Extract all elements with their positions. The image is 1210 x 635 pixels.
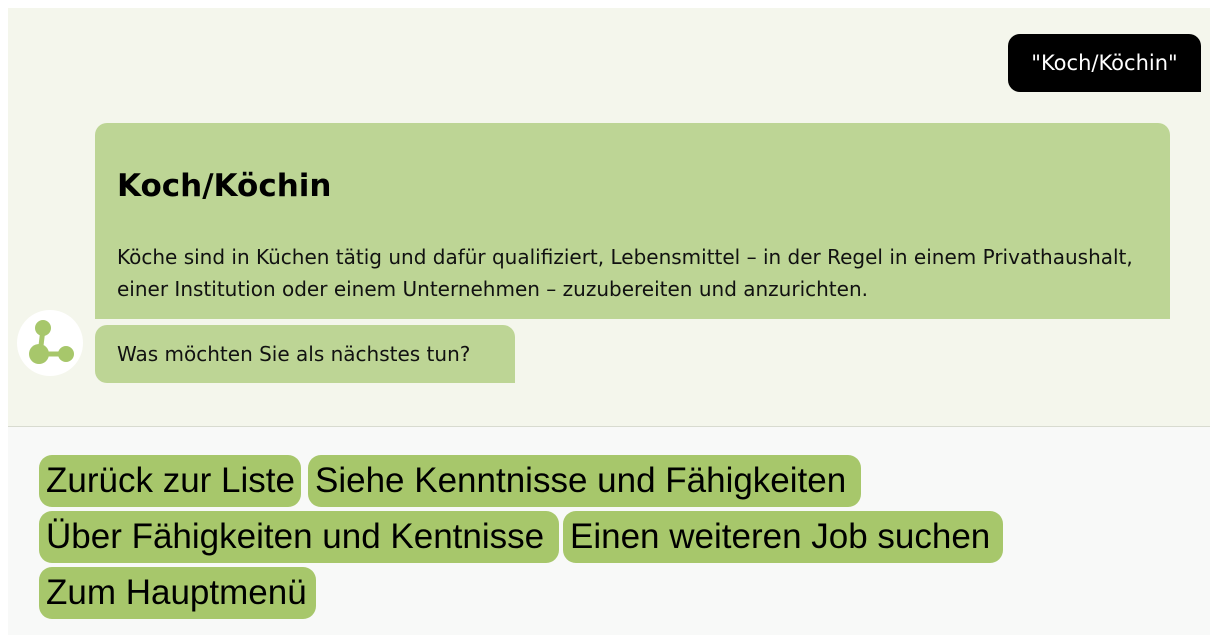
network-nodes-icon — [29, 320, 74, 364]
about-skills-button[interactable]: Über Fähigkeiten und Kentnisse — [39, 511, 559, 563]
job-title: Koch/Köchin — [117, 168, 332, 204]
bot-avatar — [17, 310, 83, 376]
chat-area: "Koch/Köchin" Koch/Köchin Köche sind in … — [8, 8, 1210, 426]
job-description: Köche sind in Küchen tätig und dafür qua… — [117, 245, 1133, 301]
quick-reply-panel: Zurück zur Liste Siehe Kenntnisse und Fä… — [8, 427, 1210, 635]
job-info-card: Koch/Köchin Köche sind in Küchen tätig u… — [95, 123, 1170, 319]
bot-prompt-bubble: Was möchten Sie als nächstes tun? — [95, 325, 515, 383]
search-another-job-button[interactable]: Einen weiteren Job suchen — [563, 511, 1003, 563]
see-skills-button[interactable]: Siehe Kenntnisse und Fähigkeiten — [308, 455, 861, 507]
back-to-list-button[interactable]: Zurück zur Liste — [39, 455, 301, 507]
main-menu-button[interactable]: Zum Hauptmenü — [39, 567, 316, 619]
user-message-bubble: "Koch/Köchin" — [1008, 34, 1201, 92]
